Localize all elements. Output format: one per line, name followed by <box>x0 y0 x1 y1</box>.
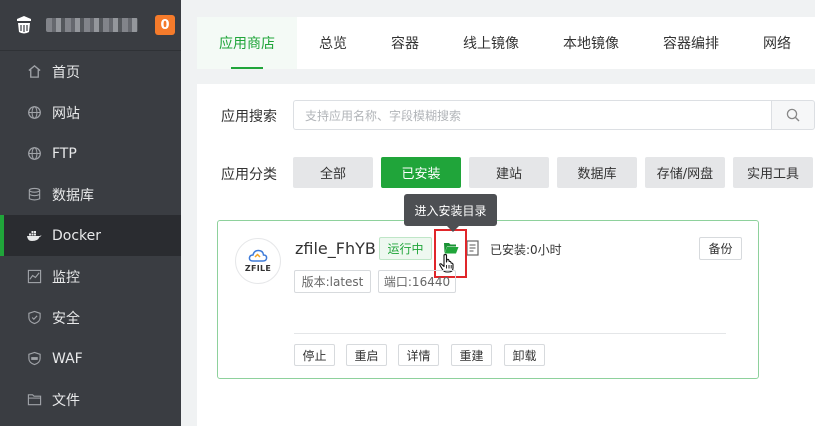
database-icon <box>26 187 42 203</box>
tab-local-images[interactable]: 本地镜像 <box>541 17 641 69</box>
brand-header: 0 <box>0 0 181 51</box>
log-icon[interactable] <box>466 240 480 256</box>
divider <box>294 333 726 334</box>
sidebar-item-database[interactable]: 数据库 <box>0 174 181 215</box>
tooltip: 进入安装目录 <box>404 194 497 232</box>
tab-online-images[interactable]: 线上镜像 <box>441 17 541 69</box>
tab-compose[interactable]: 容器编排 <box>641 17 741 69</box>
monitor-icon <box>26 269 42 285</box>
installed-duration: 已安装:0小时 <box>490 243 562 257</box>
docker-tabs: 应用商店 总览 容器 线上镜像 本地镜像 容器编排 网络 <box>197 17 815 69</box>
folder-icon <box>26 392 42 408</box>
category-installed[interactable]: 已安装 <box>381 157 461 188</box>
docker-icon <box>26 228 42 244</box>
stop-button[interactable]: 停止 <box>294 344 335 366</box>
sidebar-item-files[interactable]: 文件 <box>0 379 181 420</box>
version-tag: 版本:latest <box>294 270 371 293</box>
tab-network[interactable]: 网络 <box>741 17 813 69</box>
notification-badge[interactable]: 0 <box>155 15 175 35</box>
search-input[interactable]: 支持应用名称、字段模糊搜索 <box>293 100 771 130</box>
tab-overview[interactable]: 总览 <box>297 17 369 69</box>
shield-icon <box>26 310 42 326</box>
waf-shield-icon <box>26 351 42 367</box>
category-all[interactable]: 全部 <box>293 157 373 188</box>
sidebar-item-label: WAF <box>52 350 83 367</box>
category-tools[interactable]: 实用工具 <box>733 157 813 188</box>
sidebar-item-label: 数据库 <box>52 187 94 204</box>
app-card: ZFILE zfile_FhYB 运行中 已安装:0小时 备份 版本:lates… <box>217 220 759 379</box>
app-logo-icon <box>17 16 31 34</box>
details-button[interactable]: 详情 <box>398 344 439 366</box>
sidebar-item-label: 安全 <box>52 310 80 327</box>
cloud-icon <box>248 249 268 262</box>
category-storage[interactable]: 存储/网盘 <box>645 157 725 188</box>
search-label: 应用搜索 <box>221 109 277 125</box>
sidebar-item-ftp[interactable]: FTP <box>0 133 181 174</box>
sidebar-item-label: 监控 <box>52 269 80 286</box>
tab-app-store[interactable]: 应用商店 <box>197 17 297 69</box>
search-icon <box>786 108 800 122</box>
globe-icon <box>26 105 42 121</box>
sidebar-item-website[interactable]: 网站 <box>0 92 181 133</box>
app-store-panel: 应用搜索 支持应用名称、字段模糊搜索 应用分类 全部 已安装 建站 数据库 存储… <box>197 84 815 426</box>
port-tag: 端口:16440 <box>378 270 456 293</box>
backup-button[interactable]: 备份 <box>699 237 742 260</box>
restart-button[interactable]: 重启 <box>346 344 387 366</box>
home-icon <box>26 64 42 80</box>
app-name: zfile_FhYB <box>295 239 376 258</box>
sidebar-item-monitor[interactable]: 监控 <box>0 256 181 297</box>
logo-text: ZFILE <box>244 264 272 273</box>
sidebar: 0 首页 网站 FTP 数据库 Docker 监控 安全 WAF 文件 <box>0 0 181 426</box>
sidebar-item-label: 网站 <box>52 105 80 122</box>
rebuild-button[interactable]: 重建 <box>451 344 492 366</box>
search-button[interactable] <box>771 100 815 130</box>
sidebar-item-security[interactable]: 安全 <box>0 297 181 338</box>
sidebar-item-home[interactable]: 首页 <box>0 51 181 92</box>
category-label: 应用分类 <box>221 167 277 183</box>
sidebar-item-waf[interactable]: WAF <box>0 338 181 379</box>
sidebar-item-label: 文件 <box>52 392 80 409</box>
uninstall-button[interactable]: 卸载 <box>504 344 545 366</box>
zfile-logo: ZFILE <box>235 238 281 284</box>
sidebar-item-label: FTP <box>52 145 77 162</box>
category-database[interactable]: 数据库 <box>557 157 637 188</box>
blurred-server-name <box>46 18 138 32</box>
status-badge: 运行中 <box>379 237 432 260</box>
sidebar-item-label: Docker <box>52 227 102 244</box>
category-website[interactable]: 建站 <box>469 157 549 188</box>
sidebar-item-label: 首页 <box>52 64 80 81</box>
globe-icon <box>26 146 42 162</box>
sidebar-item-docker[interactable]: Docker <box>0 215 181 256</box>
tab-containers[interactable]: 容器 <box>369 17 441 69</box>
